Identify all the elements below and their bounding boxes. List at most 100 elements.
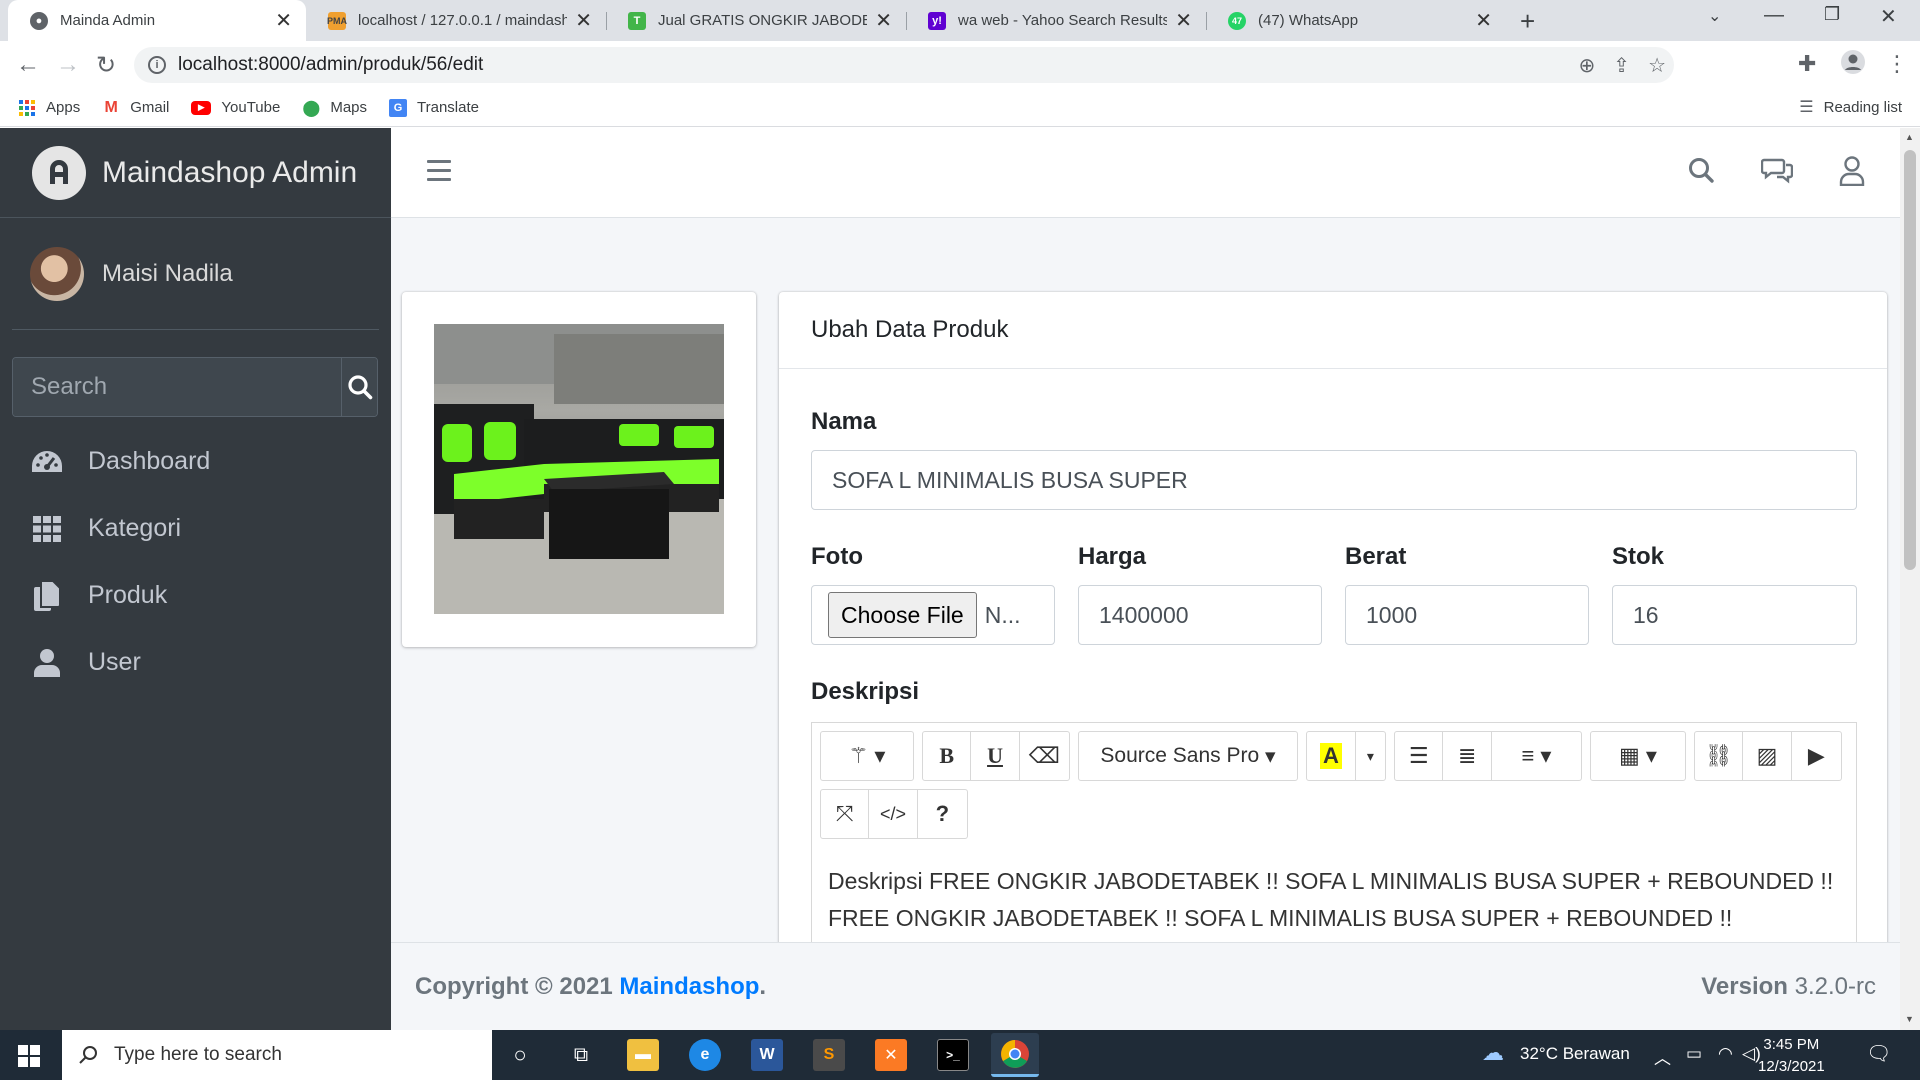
scrollbar-thumb[interactable]	[1904, 150, 1916, 570]
system-clock[interactable]: 3:45 PM 12/3/2021	[1758, 1034, 1825, 1078]
code-view-icon[interactable]: </>	[869, 790, 918, 838]
wifi-icon[interactable]: ◠	[1718, 1044, 1733, 1064]
close-tab-icon[interactable]: ✕	[275, 8, 292, 33]
extensions-icon[interactable]: ✚	[1798, 51, 1816, 77]
sidebar-search-button[interactable]	[341, 358, 377, 416]
sublime-text-icon[interactable]: S	[813, 1039, 845, 1071]
harga-input[interactable]: 1400000	[1078, 585, 1322, 645]
color-dropdown-icon[interactable]: ▾	[1356, 732, 1385, 780]
minimize-button[interactable]: —	[1764, 4, 1784, 27]
browser-tab-whatsapp[interactable]: 47 (47) WhatsApp ✕	[1206, 0, 1506, 41]
bookmark-youtube[interactable]: ▶ YouTube	[191, 99, 280, 116]
file-explorer-icon[interactable]: ▬	[627, 1039, 659, 1071]
address-bar[interactable]: i localhost:8000/admin/produk/56/edit ⊕ …	[134, 47, 1674, 83]
product-image-card	[402, 292, 756, 647]
berat-input[interactable]: 1000	[1345, 585, 1589, 645]
hamburger-menu-icon[interactable]	[427, 160, 451, 187]
terminal-icon[interactable]: >_	[937, 1039, 969, 1071]
tray-chevron-icon[interactable]: ︿	[1654, 1044, 1671, 1069]
font-family-dropdown[interactable]: Source Sans Pro ▾	[1079, 732, 1297, 780]
brand-link[interactable]: Maindashop Admin	[0, 128, 391, 218]
restore-button[interactable]: ❐	[1824, 4, 1840, 25]
sidebar-item-dashboard[interactable]: Dashboard	[30, 428, 210, 495]
bookmark-star-icon[interactable]: ☆	[1648, 53, 1666, 78]
chat-icon[interactable]	[1760, 156, 1794, 189]
user-account-icon[interactable]	[1839, 156, 1865, 191]
windows-start-icon[interactable]	[18, 1045, 40, 1067]
unordered-list-icon[interactable]: ☰	[1395, 732, 1444, 780]
cortana-icon[interactable]: ○	[504, 1039, 536, 1071]
choose-file-button[interactable]: Choose File	[828, 592, 977, 638]
share-icon[interactable]: ⇪	[1613, 53, 1630, 78]
weather-cloud-icon[interactable]: ☁	[1482, 1040, 1504, 1066]
user-panel[interactable]: Maisi Nadila	[12, 218, 379, 330]
close-tab-icon[interactable]: ✕	[875, 8, 892, 33]
browser-tab-phpmyadmin[interactable]: PMA localhost / 127.0.0.1 / maindashop ✕	[306, 0, 606, 41]
browser-toolbar: ← → ↻ i localhost:8000/admin/produk/56/e…	[0, 41, 1920, 89]
browser-tab-tokopedia[interactable]: T Jual GRATIS ONGKIR JABODETABEK ✕	[606, 0, 906, 41]
taskbar-search-box[interactable]: Type here to search	[62, 1030, 492, 1080]
weather-text[interactable]: 32°C Berawan	[1520, 1044, 1630, 1064]
xampp-icon[interactable]: ✕	[875, 1039, 907, 1071]
foto-file-input[interactable]: Choose File N...	[811, 585, 1055, 645]
browser-menu-icon[interactable]: ⋮	[1886, 51, 1908, 77]
sidebar-item-user[interactable]: User	[30, 629, 210, 696]
url-text[interactable]: localhost:8000/admin/produk/56/edit	[178, 54, 483, 76]
page-scrollbar[interactable]: ▲ ▼	[1900, 128, 1920, 1030]
close-window-button[interactable]: ✕	[1880, 4, 1897, 29]
help-icon[interactable]: ?	[918, 790, 967, 838]
chrome-icon[interactable]	[991, 1033, 1039, 1077]
table-icon[interactable]: ▦ ▾	[1591, 732, 1685, 780]
ordered-list-icon[interactable]: ≣	[1443, 732, 1492, 780]
close-tab-icon[interactable]: ✕	[1175, 8, 1192, 33]
card-title: Ubah Data Produk	[779, 292, 1887, 369]
zoom-icon[interactable]: ⊕	[1579, 53, 1596, 78]
back-button[interactable]: ←	[16, 51, 40, 79]
image-icon[interactable]: ▨	[1743, 732, 1792, 780]
bookmark-maps[interactable]: ⬤ Maps	[302, 99, 367, 117]
footer-brand-link[interactable]: Maindashop	[619, 973, 759, 1001]
sidebar-search-input[interactable]	[13, 358, 341, 416]
align-dropdown-icon[interactable]: ≡ ▾	[1492, 732, 1581, 780]
scroll-up-icon[interactable]: ▲	[1905, 132, 1914, 142]
task-view-icon[interactable]: ⧉	[565, 1039, 597, 1071]
tab-title: Mainda Admin	[60, 12, 156, 29]
navbar-search-icon[interactable]	[1687, 156, 1715, 189]
sidebar-nav: Dashboard Kategori Produk User	[30, 428, 210, 696]
video-icon[interactable]: ▶	[1792, 732, 1841, 780]
eraser-icon[interactable]: ⌫	[1020, 732, 1069, 780]
notifications-icon[interactable]: 🗨	[1866, 1041, 1891, 1066]
page-footer: Copyright © 2021 Maindashop. Version 3.2…	[391, 942, 1900, 1030]
browser-tab-yahoo[interactable]: y! wa web - Yahoo Search Results ✕	[906, 0, 1206, 41]
reading-list-button[interactable]: ☰ Reading list	[1799, 97, 1902, 117]
bookmark-translate[interactable]: G Translate	[389, 98, 479, 117]
magic-wand-icon[interactable]: ⚚ ▾	[821, 732, 913, 780]
word-icon[interactable]: W	[751, 1039, 783, 1071]
close-tab-icon[interactable]: ✕	[575, 8, 592, 33]
close-tab-icon[interactable]: ✕	[1475, 8, 1492, 33]
bookmark-gmail[interactable]: M Gmail	[102, 99, 170, 117]
browser-tab-mainda-admin[interactable]: ● Mainda Admin ✕	[8, 0, 306, 41]
tab-search-icon[interactable]: ⌄	[1708, 6, 1721, 26]
stok-input[interactable]: 16	[1612, 585, 1857, 645]
profile-icon[interactable]	[1840, 49, 1866, 81]
editor-content[interactable]: Deskripsi FREE ONGKIR JABODETABEK !! SOF…	[828, 863, 1838, 937]
nama-label: Nama	[811, 408, 877, 435]
bold-icon[interactable]: B	[923, 732, 972, 780]
forward-button[interactable]: →	[56, 51, 80, 79]
battery-icon[interactable]: ▭	[1686, 1044, 1702, 1064]
sidebar-item-produk[interactable]: Produk	[30, 562, 210, 629]
fullscreen-icon[interactable]: ⤧	[821, 790, 870, 838]
new-tab-button[interactable]: +	[1520, 6, 1535, 37]
nama-input[interactable]: SOFA L MINIMALIS BUSA SUPER	[811, 450, 1857, 510]
reload-button[interactable]: ↻	[96, 51, 116, 80]
site-info-icon[interactable]: i	[148, 56, 166, 74]
user-name[interactable]: Maisi Nadila	[102, 260, 233, 288]
scroll-down-icon[interactable]: ▼	[1905, 1014, 1914, 1024]
sidebar-item-kategori[interactable]: Kategori	[30, 495, 210, 562]
text-color-icon[interactable]: A	[1307, 732, 1356, 780]
link-icon[interactable]: ⛓	[1695, 732, 1744, 780]
underline-icon[interactable]: U	[971, 732, 1020, 780]
bookmark-apps[interactable]: Apps	[18, 99, 80, 117]
edge-icon[interactable]: e	[689, 1039, 721, 1071]
